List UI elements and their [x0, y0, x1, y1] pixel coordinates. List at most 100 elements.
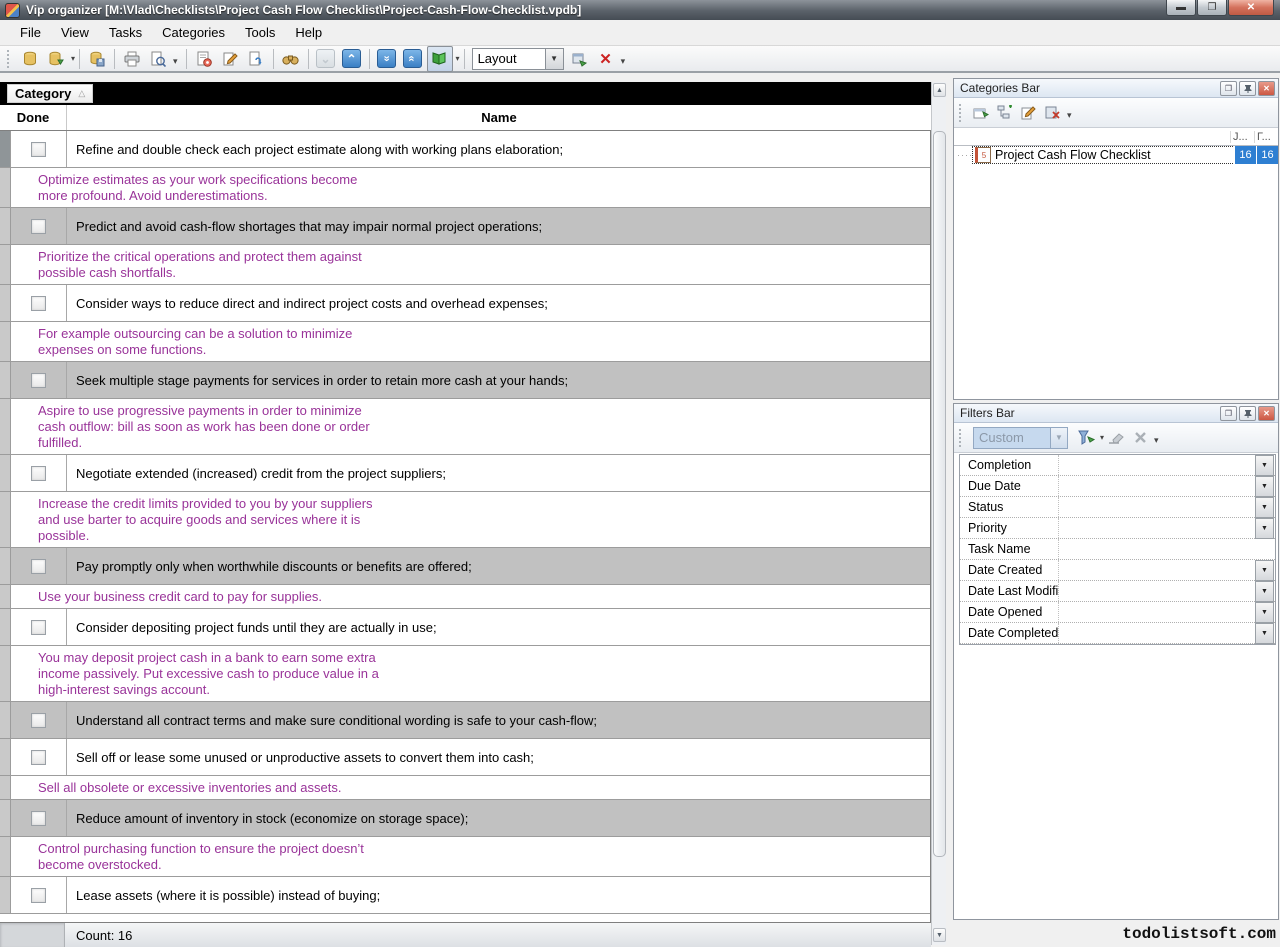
filter-value-cell[interactable] [1059, 518, 1255, 538]
filter-value-cell[interactable] [1059, 602, 1255, 622]
delete-filter-icon[interactable] [1128, 427, 1152, 449]
filter-value-cell[interactable] [1059, 539, 1275, 559]
note-row[interactable]: You may deposit project cash in a bank t… [0, 646, 930, 702]
open-database-icon[interactable] [44, 47, 68, 71]
filter-dropdown-icon[interactable]: ▼ [1255, 455, 1274, 476]
task-row[interactable]: Refine and double check each project est… [0, 131, 930, 168]
view-layout-icon[interactable] [427, 46, 453, 72]
collapse-all-icon[interactable]: » [401, 47, 425, 71]
layout-combobox[interactable]: Layout ▼ [472, 48, 564, 70]
add-category-icon[interactable] [969, 102, 993, 124]
task-row[interactable]: Reduce amount of inventory in stock (eco… [0, 800, 930, 837]
categories-close-icon[interactable]: ✕ [1258, 81, 1275, 96]
note-row[interactable]: For example outsourcing can be a solutio… [0, 322, 930, 362]
filter-value-cell[interactable] [1059, 497, 1255, 517]
filter-value-cell[interactable] [1059, 476, 1255, 496]
done-checkbox[interactable] [31, 620, 46, 635]
filter-dropdown-icon[interactable]: ▼ [1255, 476, 1274, 497]
done-checkbox[interactable] [31, 750, 46, 765]
menu-tools[interactable]: Tools [235, 21, 285, 44]
task-row[interactable]: Pay promptly only when worthwhile discou… [0, 548, 930, 585]
note-row[interactable]: Optimize estimates as your work specific… [0, 168, 930, 208]
move-up-icon[interactable]: ⌃ [340, 47, 364, 71]
note-row[interactable]: Sell all obsolete or excessive inventori… [0, 776, 930, 800]
filter-dropdown-icon[interactable]: ▼ [1255, 518, 1274, 539]
view-layout-dropdown-icon[interactable]: ▾ [456, 54, 460, 63]
task-row[interactable]: Consider ways to reduce direct and indir… [0, 285, 930, 322]
menu-view[interactable]: View [51, 21, 99, 44]
open-database-dropdown-icon[interactable]: ▾ [71, 54, 75, 63]
scroll-up-icon[interactable]: ▲ [933, 83, 946, 97]
filter-dropdown-icon[interactable]: ▼ [1255, 497, 1274, 518]
column-header-done[interactable]: Done [0, 105, 67, 130]
filters-close-icon[interactable]: ✕ [1258, 406, 1275, 421]
menu-tasks[interactable]: Tasks [99, 21, 152, 44]
categories-toolbar-overflow-icon[interactable]: ▾ [1067, 110, 1072, 121]
categories-pin-icon[interactable] [1239, 81, 1256, 96]
edit-category-icon[interactable] [1017, 102, 1041, 124]
task-row[interactable]: Consider depositing project funds until … [0, 609, 930, 646]
note-row[interactable]: Aspire to use progressive payments in or… [0, 399, 930, 455]
column-header-name[interactable]: Name [67, 105, 931, 130]
filters-toolbar-overflow-icon[interactable]: ▾ [1154, 435, 1159, 446]
done-checkbox[interactable] [31, 713, 46, 728]
edit-task-icon[interactable] [218, 47, 242, 71]
apply-filter-icon[interactable] [1074, 427, 1098, 449]
move-down-icon[interactable]: ⌄ [314, 47, 338, 71]
group-by-category-button[interactable]: Category △ [7, 84, 93, 103]
done-checkbox[interactable] [31, 373, 46, 388]
filters-maximize-icon[interactable]: ❐ [1220, 406, 1237, 421]
filter-value-cell[interactable] [1059, 581, 1255, 601]
print-preview-icon[interactable] [146, 47, 170, 71]
done-checkbox[interactable] [31, 559, 46, 574]
minimize-button[interactable]: ▬ [1166, 0, 1196, 16]
print-group-overflow-icon[interactable]: ▾ [173, 56, 178, 67]
filter-value-cell[interactable] [1059, 455, 1255, 475]
apply-layout-icon[interactable] [568, 47, 592, 71]
save-database-icon[interactable] [85, 47, 109, 71]
done-checkbox[interactable] [31, 296, 46, 311]
task-row[interactable]: Predict and avoid cash-flow shortages th… [0, 208, 930, 245]
delete-task-icon[interactable] [244, 47, 268, 71]
toolbar-overflow-icon[interactable]: ▾ [621, 56, 626, 67]
filter-dropdown-icon[interactable]: ▼ [1255, 581, 1274, 602]
done-checkbox[interactable] [31, 142, 46, 157]
task-row[interactable]: Negotiate extended (increased) credit fr… [0, 455, 930, 492]
filter-preset-combobox[interactable]: Custom ▼ [973, 427, 1068, 449]
new-database-icon[interactable] [18, 47, 42, 71]
filter-dropdown-icon[interactable]: ▼ [1255, 623, 1274, 644]
category-list-item[interactable]: ···· 5 Project Cash Flow Checklist 16 16 [954, 146, 1278, 164]
task-row[interactable]: Seek multiple stage payments for service… [0, 362, 930, 399]
add-subcategory-icon[interactable] [993, 102, 1017, 124]
filter-dropdown-icon[interactable]: ▼ [1255, 602, 1274, 623]
close-button[interactable]: ✕ [1228, 0, 1274, 16]
task-row[interactable]: Understand all contract terms and make s… [0, 702, 930, 739]
categories-maximize-icon[interactable]: ❐ [1220, 81, 1237, 96]
note-row[interactable]: Increase the credit limits provided to y… [0, 492, 930, 548]
restore-button[interactable]: ❐ [1197, 0, 1227, 16]
menu-file[interactable]: File [10, 21, 51, 44]
task-row[interactable]: Sell off or lease some unused or unprodu… [0, 739, 930, 776]
find-icon[interactable] [279, 47, 303, 71]
note-row[interactable]: Control purchasing function to ensure th… [0, 837, 930, 877]
list-vertical-scrollbar[interactable]: ▲ ▼ [931, 82, 946, 945]
done-checkbox[interactable] [31, 466, 46, 481]
delete-category-icon[interactable] [1041, 102, 1065, 124]
new-task-icon[interactable] [192, 47, 216, 71]
note-row[interactable]: Prioritize the critical operations and p… [0, 245, 930, 285]
filter-value-cell[interactable] [1059, 623, 1255, 643]
delete-layout-icon[interactable]: ✕ [594, 47, 618, 71]
filter-value-cell[interactable] [1059, 560, 1255, 580]
menu-help[interactable]: Help [285, 21, 332, 44]
scrollbar-thumb[interactable] [933, 131, 946, 857]
filters-pin-icon[interactable] [1239, 406, 1256, 421]
print-icon[interactable] [120, 47, 144, 71]
filter-dropdown-icon[interactable]: ▼ [1255, 560, 1274, 581]
menu-categories[interactable]: Categories [152, 21, 235, 44]
clear-filter-icon[interactable] [1104, 427, 1128, 449]
done-checkbox[interactable] [31, 888, 46, 903]
done-checkbox[interactable] [31, 811, 46, 826]
task-row[interactable]: Lease assets (where it is possible) inst… [0, 877, 930, 914]
layout-combobox-dropdown-icon[interactable]: ▼ [545, 49, 563, 69]
done-checkbox[interactable] [31, 219, 46, 234]
